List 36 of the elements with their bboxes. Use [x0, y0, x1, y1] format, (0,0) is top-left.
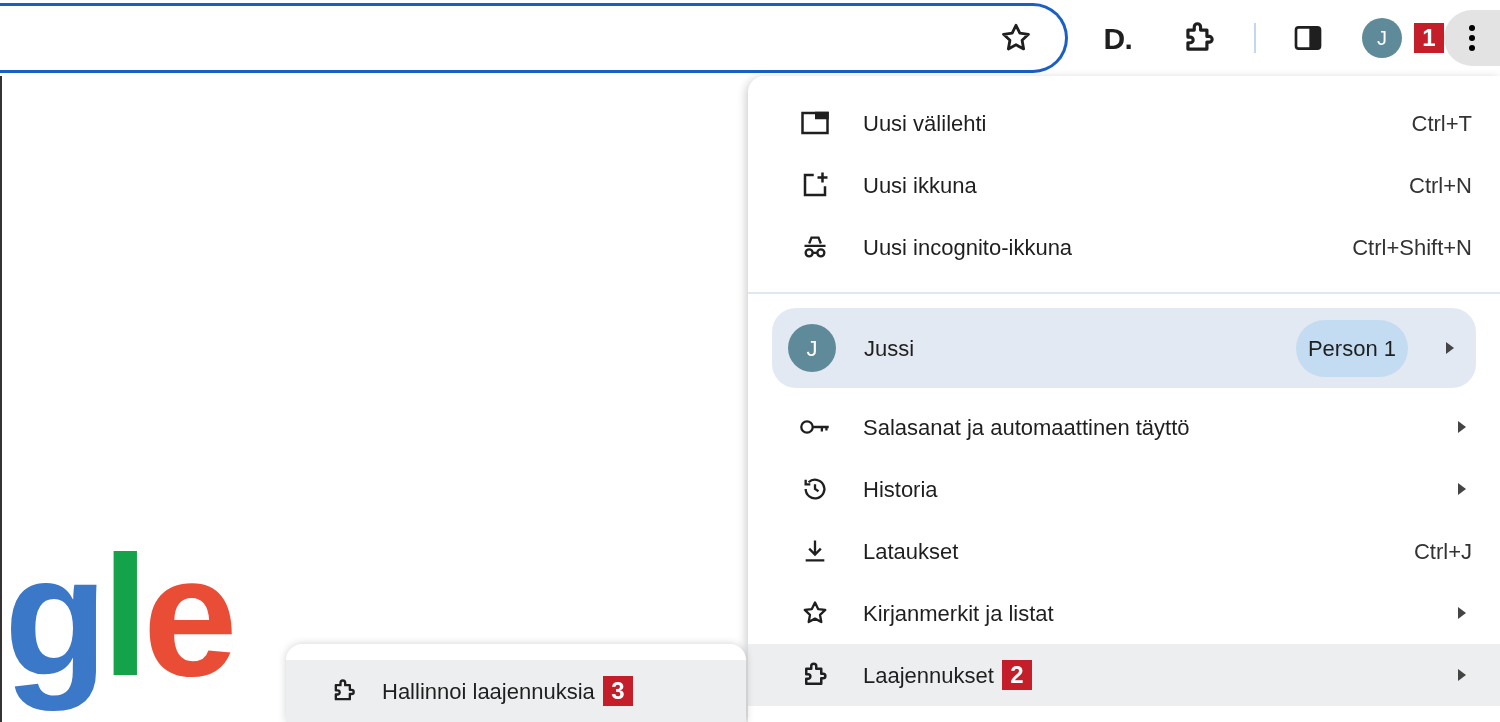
- menu-label: Uusi incognito-ikkuna: [863, 233, 1073, 262]
- menu-item[interactable]: Laajennukset 2: [748, 644, 1500, 706]
- menu-item[interactable]: Lataukset Ctrl+J: [748, 520, 1500, 582]
- profile-row[interactable]: J Jussi Person 1: [772, 308, 1476, 388]
- extension-logo[interactable]: D.: [1103, 15, 1132, 61]
- profile-tag: Person 1: [1295, 319, 1408, 377]
- menu-item[interactable]: Uusi incognito-ikkuna Ctrl+Shift+N: [748, 216, 1500, 278]
- menu-item[interactable]: Uusi välilehti Ctrl+T: [748, 92, 1500, 154]
- shortcut-text: Ctrl+T: [1411, 109, 1472, 138]
- menu-label: Salasanat ja automaattinen täyttö: [863, 413, 1190, 442]
- submenu-item[interactable]: Hallinnoi laajennuksia 3: [286, 660, 746, 722]
- menu-label: Kirjanmerkit ja listat: [863, 599, 1054, 628]
- profile-avatar[interactable]: J: [1362, 18, 1402, 58]
- shortcut-text: Ctrl+N: [1409, 171, 1472, 200]
- step-badge: 3: [602, 676, 633, 706]
- menu-label: Hallinnoi laajennuksia: [382, 677, 595, 706]
- kebab-icon: [1468, 24, 1476, 52]
- search-logo: gle: [4, 520, 232, 713]
- menu-button[interactable]: [1444, 10, 1500, 66]
- menu-label: Historia: [863, 475, 938, 504]
- menu-label: Jussi: [864, 334, 916, 363]
- menu-item[interactable]: Kirjanmerkit ja listat: [748, 582, 1500, 644]
- shortcut-text: Ctrl+J: [1413, 537, 1472, 566]
- address-bar[interactable]: [0, 3, 1068, 73]
- menu-item[interactable]: Uusi ikkuna Ctrl+N: [748, 154, 1500, 216]
- menu-item[interactable]: Salasanat ja automaattinen täyttö: [748, 396, 1500, 458]
- menu-label: Laajennukset: [863, 661, 994, 690]
- menu-item[interactable]: Historia: [748, 458, 1500, 520]
- step-badge: 1: [1414, 23, 1444, 53]
- menu-label: Uusi välilehti: [863, 109, 987, 138]
- step-badge: 2: [1001, 660, 1032, 690]
- tab-icon: [800, 110, 830, 136]
- menu-label: Uusi ikkuna: [863, 171, 977, 200]
- profile-avatar: J: [788, 324, 836, 372]
- menu-label: Lataukset: [863, 537, 959, 566]
- shortcut-text: Ctrl+Shift+N: [1352, 233, 1472, 262]
